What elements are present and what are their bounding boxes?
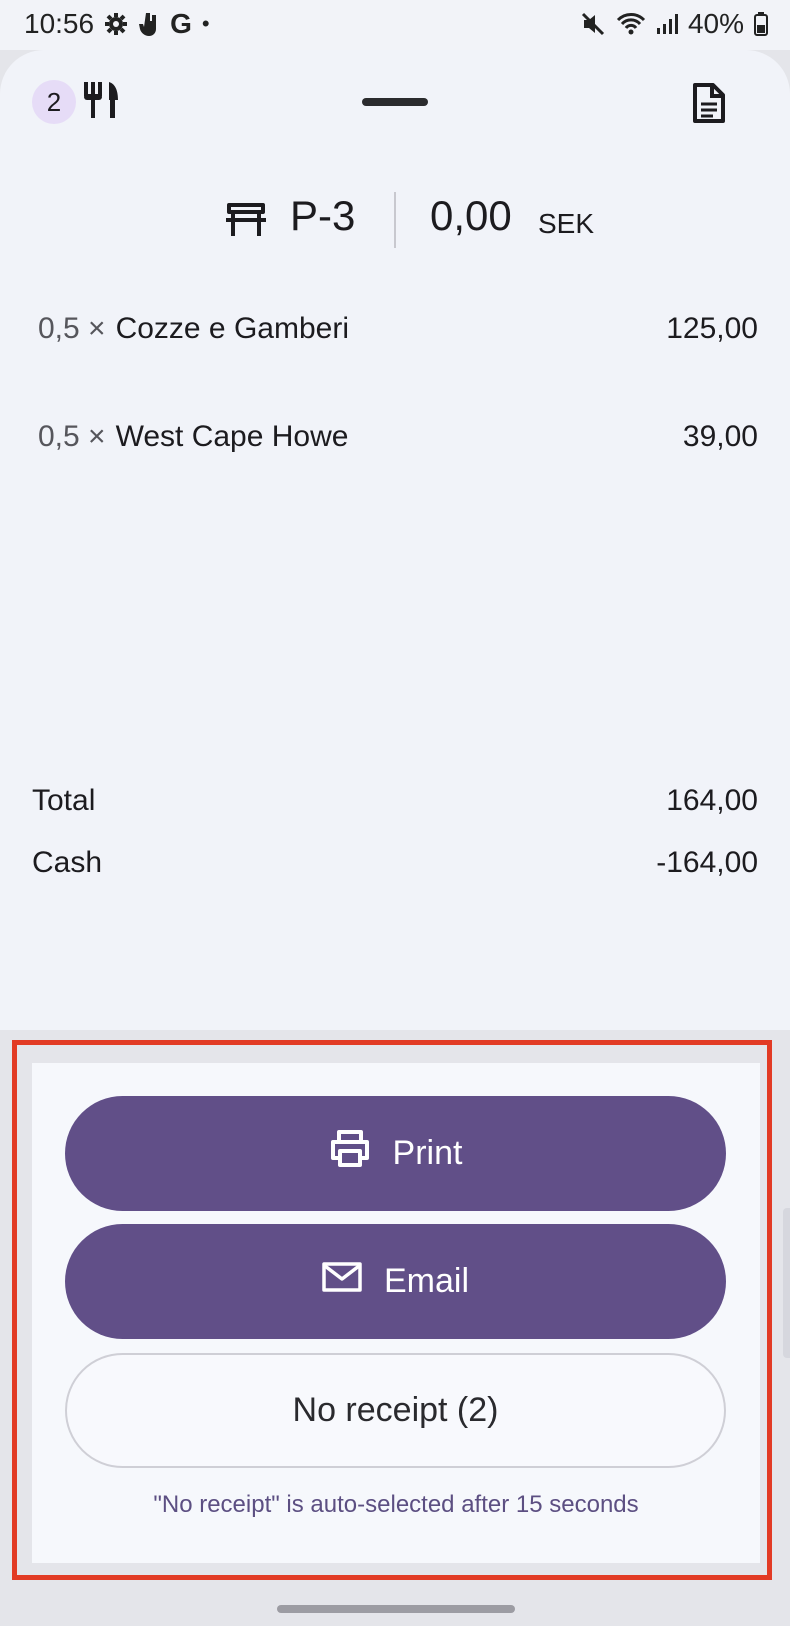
order-heading: P-3 0,00 SEK: [0, 190, 790, 260]
summary-label: Cash: [32, 846, 103, 879]
gear-icon: [104, 12, 128, 36]
google-icon: G: [170, 8, 192, 39]
drag-handle[interactable]: [362, 98, 428, 106]
heading-divider: [394, 192, 396, 248]
item-quantity: 0,5 ×: [38, 420, 106, 453]
email-button[interactable]: Email: [65, 1224, 726, 1339]
no-receipt-label: No receipt (2): [292, 1391, 499, 1429]
auto-select-hint: "No receipt" is auto-selected after 15 s…: [153, 1491, 639, 1518]
item-price: 125,00: [666, 312, 758, 345]
battery-text: 40%: [687, 8, 744, 39]
remaining-amount: 0,00: [430, 192, 512, 239]
summary-value: -164,00: [656, 846, 758, 879]
item-name: Cozze e Gamberi: [115, 312, 349, 345]
notification-dot: •: [201, 11, 210, 36]
receipt-options-panel: Print Email No receipt (2) "No receipt" …: [32, 1063, 760, 1563]
clock: 10:56: [24, 8, 95, 39]
status-bar-left: 10:56 G •: [24, 8, 210, 40]
battery-icon: [754, 12, 768, 36]
print-button[interactable]: Print: [65, 1096, 726, 1211]
list-item: 0,5 × Cozze e Gamberi 125,00: [38, 312, 758, 352]
summary-row-total: Total 164,00: [32, 784, 758, 818]
item-price: 39,00: [682, 420, 758, 453]
item-quantity: 0,5 ×: [38, 312, 106, 345]
printer-icon: [329, 1130, 371, 1177]
side-panel-handle[interactable]: [783, 1208, 790, 1358]
email-label: Email: [383, 1262, 470, 1300]
status-bar-right: 40%: [580, 8, 768, 40]
signal-icon: [656, 13, 678, 35]
summary-row-cash: Cash -164,00: [32, 846, 758, 880]
summary-value: 164,00: [666, 784, 758, 817]
cutlery-icon[interactable]: [82, 80, 122, 125]
mute-icon: [580, 11, 606, 37]
table-name: P-3: [290, 192, 356, 239]
email-icon: [322, 1262, 362, 1301]
currency-label: SEK: [538, 208, 595, 239]
document-icon[interactable]: [690, 82, 728, 129]
order-sheet: 2 P-3 0,00 SEK 0,5 × Cozze e Gamberi 125…: [0, 50, 790, 1030]
gesture-nav-bar[interactable]: [277, 1605, 515, 1613]
table-icon: [225, 202, 267, 243]
guest-count-badge[interactable]: 2: [32, 80, 76, 124]
list-item: 0,5 × West Cape Howe 39,00: [38, 420, 758, 460]
item-name: West Cape Howe: [115, 420, 349, 453]
hand-icon: [138, 11, 160, 37]
print-label: Print: [392, 1134, 463, 1172]
summary-label: Total: [32, 784, 96, 817]
status-bar: 10:56 G • 40%: [0, 0, 790, 50]
wifi-icon: [616, 12, 646, 36]
no-receipt-button[interactable]: No receipt (2): [65, 1353, 726, 1468]
